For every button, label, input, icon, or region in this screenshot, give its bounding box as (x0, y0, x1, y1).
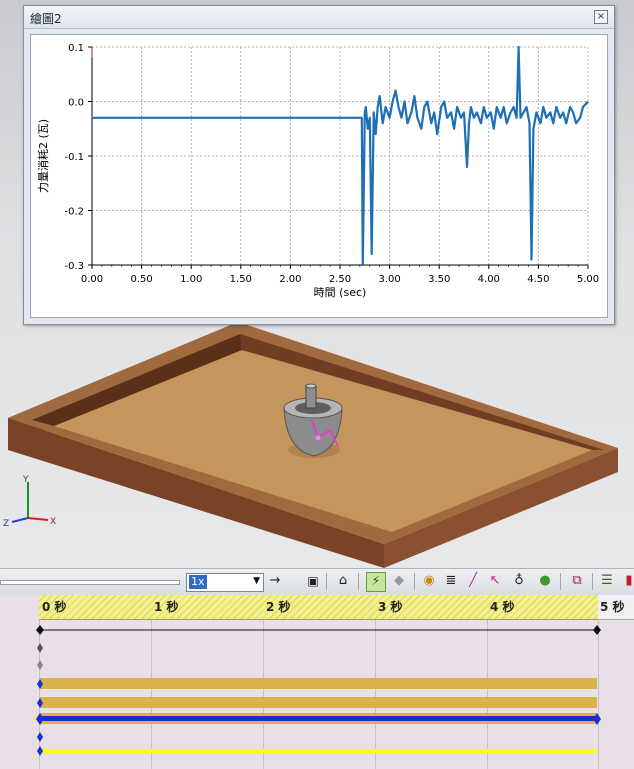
key-point[interactable] (36, 625, 44, 635)
x-tick-label: 2.50 (329, 274, 351, 285)
save-icon[interactable]: ▣ (304, 572, 322, 590)
graphics-viewport[interactable]: Y X Z 繪圖2 × 0.00 0.50 1.00 1.50 2.00 2.50 3.00… (0, 0, 634, 568)
motion-timeline[interactable]: 0 秒 1 秒 2 秒 3 秒 4 秒 5 秒 (0, 595, 634, 769)
track-bar-gold[interactable] (40, 678, 597, 689)
timeline-tracks[interactable] (0, 595, 634, 769)
power-consumption-chart: 0.00 0.50 1.00 1.50 2.00 2.50 3.00 3.50 4.00 4.50… (36, 43, 599, 299)
triad-z-label: Z (3, 519, 9, 529)
force-point-marker (315, 435, 321, 441)
arrow-right-icon[interactable]: → (266, 572, 284, 590)
y-tick-label: -0.3 (64, 261, 84, 272)
key-point[interactable] (37, 732, 43, 742)
key-point[interactable] (37, 643, 43, 653)
model-scene[interactable]: Y X Z (0, 300, 634, 568)
playback-speed-select[interactable]: 1x ▼ (186, 573, 264, 592)
y-tick-label: 0.0 (68, 98, 84, 109)
force-icon[interactable]: ╱ (464, 572, 482, 590)
calculate-icon[interactable]: ⚡ (366, 572, 386, 592)
playback-speed-value: 1x (189, 575, 207, 589)
spinning-top-stem-cap (305, 383, 317, 389)
add-key-icon[interactable]: ◆ (390, 572, 408, 590)
plot-window[interactable]: 繪圖2 × 0.00 0.50 1.00 1.50 2.00 2.50 3.00 3.50 4.… (23, 5, 615, 325)
x-tick-label: 2.00 (279, 274, 301, 285)
x-axis-title: 時間 (sec) (314, 286, 367, 299)
x-tick-label: 3.00 (378, 274, 400, 285)
study-properties-icon[interactable]: ⧉ (568, 572, 586, 590)
playback-slider[interactable] (0, 580, 180, 585)
close-icon[interactable]: × (594, 10, 608, 24)
spring-icon[interactable]: ≣ (442, 572, 460, 590)
triad-x-axis (27, 517, 49, 521)
x-tick-label: 0.00 (81, 274, 103, 285)
triad-z-axis (11, 517, 29, 523)
list-icon[interactable]: ☰ (598, 572, 616, 590)
x-tick-label: 4.00 (478, 274, 500, 285)
x-tick-label: 0.50 (130, 274, 152, 285)
key-point[interactable] (37, 660, 43, 670)
contact-icon[interactable]: ↖ (486, 572, 504, 590)
plot-area: 0.00 0.50 1.00 1.50 2.00 2.50 3.00 3.50 4.00 4.50… (30, 34, 608, 318)
track-bar-yellow[interactable] (40, 749, 597, 753)
spinning-top-stem (305, 385, 317, 409)
color-icon[interactable]: ▮ (620, 572, 634, 590)
motion-toolbar: 1x ▼ → ▣ ⌂ ⚡ ◆ ◉ ≣ ╱ ↖ ♁ ● ⧉ ☰ ▮ (0, 568, 634, 596)
plot-title: 繪圖2 (30, 12, 62, 26)
gravity-icon[interactable]: ♁ (510, 572, 528, 590)
toolbar-separator (560, 573, 561, 590)
x-tick-label: 1.00 (180, 274, 202, 285)
track-bar-blue[interactable] (40, 716, 597, 721)
plot-title-bar[interactable]: 繪圖2 × (24, 6, 614, 29)
track-bar-gold[interactable] (40, 697, 597, 708)
toolbar-separator (358, 573, 359, 590)
y-tick-label: -0.1 (64, 152, 84, 163)
y-tick-label: 0.1 (68, 43, 84, 54)
results-plot-icon[interactable]: ● (536, 572, 554, 590)
toolbar-separator (326, 573, 327, 590)
x-tick-label: 5.00 (577, 274, 599, 285)
y-tick-label: -0.2 (64, 207, 84, 218)
animation-wizard-icon[interactable]: ⌂ (334, 572, 352, 590)
x-tick-label: 4.50 (527, 274, 549, 285)
x-tick-label: 3.50 (428, 274, 450, 285)
triad-y-label: Y (22, 475, 29, 485)
x-tick-label: 1.50 (230, 274, 252, 285)
chevron-down-icon[interactable]: ▼ (253, 576, 260, 586)
toolbar-separator (592, 573, 593, 590)
key-point[interactable] (37, 746, 43, 756)
toolbar-separator (414, 573, 415, 590)
triad-x-label: X (50, 517, 56, 527)
y-axis-title: 力量消耗2 (瓦) (36, 119, 50, 193)
motor-icon[interactable]: ◉ (420, 572, 438, 590)
key-point[interactable] (593, 625, 601, 635)
